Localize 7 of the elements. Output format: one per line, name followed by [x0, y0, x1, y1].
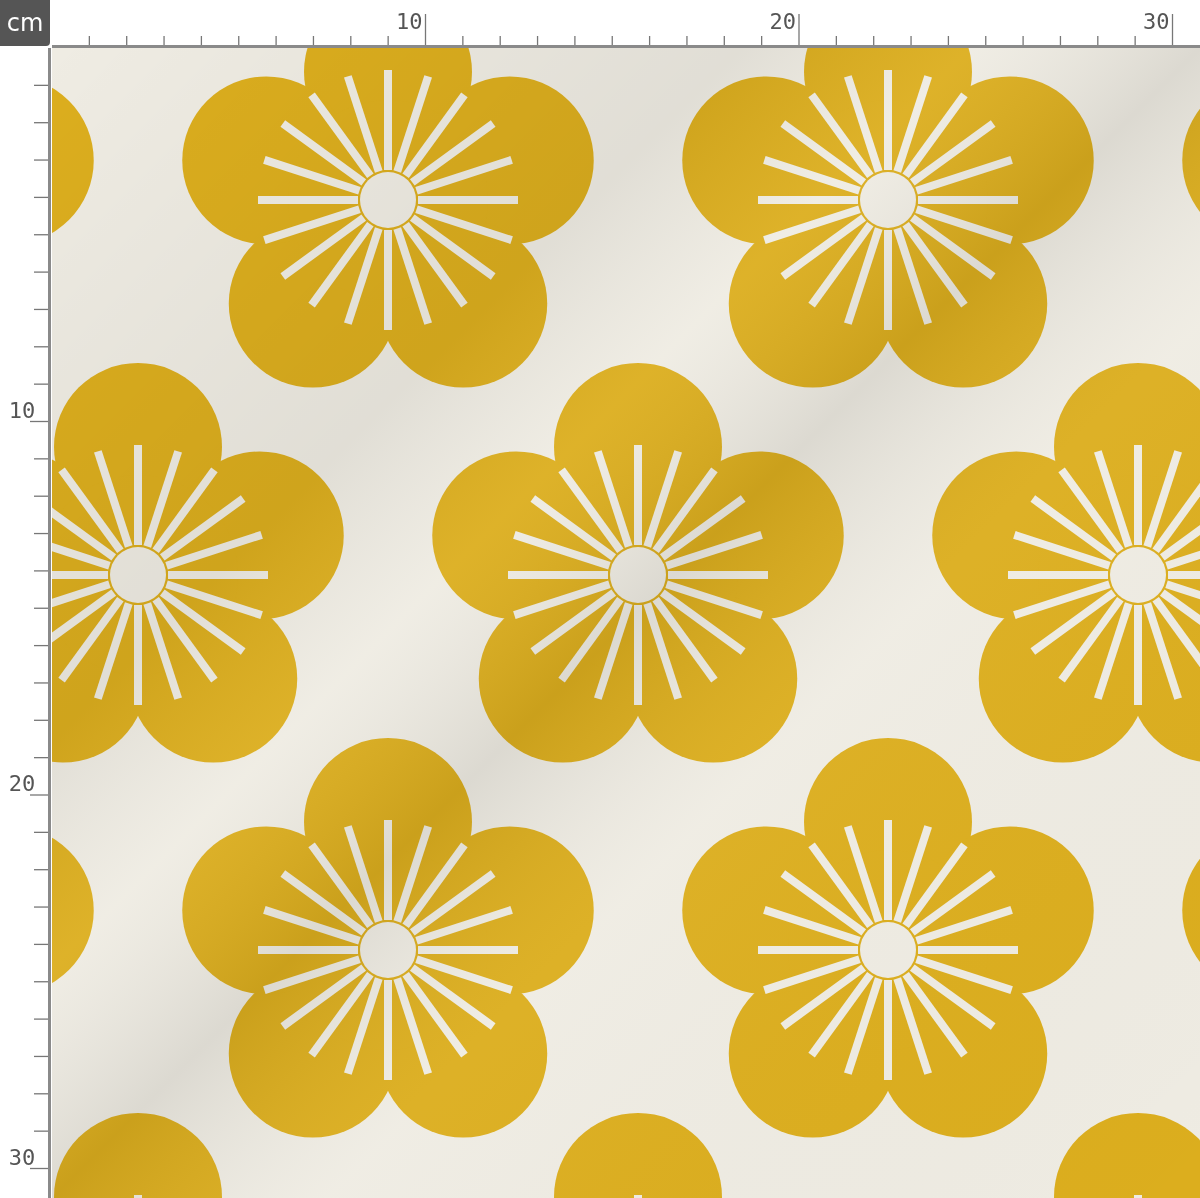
unit-badge: cm — [0, 0, 50, 46]
ruler-label: 10 — [396, 9, 423, 34]
ruler-label: 20 — [8, 771, 36, 796]
ruler-label: 10 — [8, 397, 36, 423]
ruler-label: 20 — [769, 9, 796, 34]
ruler-label: 30 — [8, 1144, 36, 1170]
ruler-label: 30 — [1143, 9, 1170, 34]
